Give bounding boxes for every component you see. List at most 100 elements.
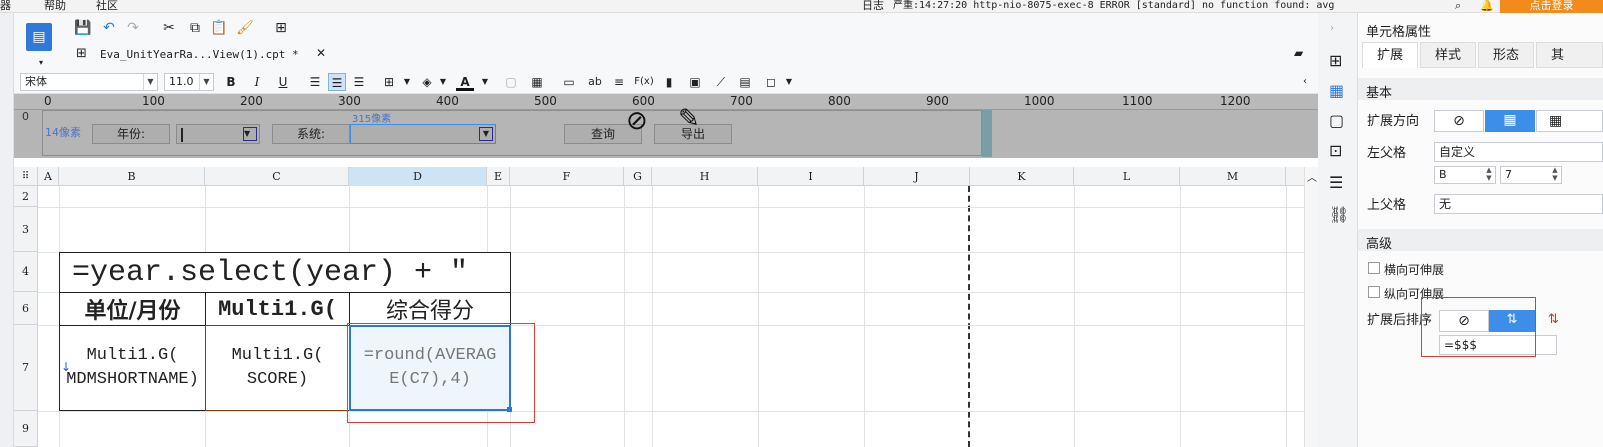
bold-button[interactable]: B: [222, 73, 240, 91]
column-header-d[interactable]: D: [349, 167, 487, 186]
column-header-k[interactable]: K: [970, 167, 1074, 186]
row-header-4[interactable]: 4: [14, 252, 38, 292]
year-combobox[interactable]: ▼: [176, 124, 260, 144]
column-header-i[interactable]: I: [758, 167, 864, 186]
column-header-j[interactable]: J: [864, 167, 970, 186]
column-header-h[interactable]: H: [652, 167, 758, 186]
redo-icon[interactable]: ↷: [124, 19, 142, 37]
font-family-select[interactable]: 宋体 ▼: [20, 73, 158, 91]
vertical-scrollbar[interactable]: ︿: [1304, 167, 1318, 447]
hyperlink-icon[interactable]: ⛓: [1329, 205, 1349, 224]
italic-button[interactable]: I: [248, 73, 266, 91]
font-size-select[interactable]: 11.0 ▼: [164, 73, 214, 91]
chevron-down-icon[interactable]: ▼: [476, 73, 494, 91]
align-right-icon[interactable]: ☰: [350, 73, 368, 91]
chart-icon[interactable]: ▮: [660, 73, 678, 91]
log-label[interactable]: 日志: [862, 0, 884, 11]
border-icon[interactable]: ⊞: [380, 73, 398, 91]
close-icon[interactable]: ✕: [316, 46, 326, 60]
format-painter-icon[interactable]: 🖌: [236, 19, 254, 37]
cell-b6[interactable]: 单位/月份: [59, 292, 206, 326]
cut-icon[interactable]: ✂: [160, 19, 178, 37]
insert-bar-icon[interactable]: ▭: [560, 73, 578, 91]
chevron-up-icon[interactable]: ︿: [1307, 169, 1317, 184]
image-icon[interactable]: ▣: [686, 73, 704, 91]
column-header-l[interactable]: L: [1074, 167, 1180, 186]
h-extend-checkbox[interactable]: [1368, 262, 1380, 274]
row-header-7[interactable]: 7: [14, 325, 38, 411]
widget-settings-icon[interactable]: ⊞: [1329, 51, 1342, 70]
column-header-m[interactable]: M: [1180, 167, 1286, 186]
underline-button[interactable]: U: [274, 73, 292, 91]
row-stepper-icon[interactable]: ▲ ▼: [1548, 166, 1562, 184]
tab-shape[interactable]: 形态: [1478, 42, 1534, 68]
column-header-c[interactable]: C: [205, 167, 349, 186]
align-left-icon[interactable]: ☰: [306, 73, 324, 91]
fill-handle[interactable]: [507, 407, 512, 412]
column-header-b[interactable]: B: [59, 167, 205, 186]
cell-b7[interactable]: Multi1.G( MDMSHORTNAME): [59, 325, 206, 411]
row-header-9[interactable]: 9: [14, 411, 38, 447]
rich-text-icon[interactable]: ≡: [610, 73, 628, 91]
subreport-icon[interactable]: ▤: [736, 73, 754, 91]
formula-icon[interactable]: F(x): [634, 73, 654, 91]
preview-icon[interactable]: ⊞: [272, 19, 290, 37]
paste-icon[interactable]: 📋: [210, 19, 228, 37]
row-header-2[interactable]: 2: [14, 186, 38, 207]
v-extend-checkbox[interactable]: [1368, 286, 1380, 298]
condition-attr-icon[interactable]: ☰: [1329, 173, 1343, 192]
cell-properties-icon[interactable]: ▦: [1329, 81, 1344, 100]
split-cell-icon[interactable]: ▦: [528, 73, 546, 91]
tab-title[interactable]: Eva_UnitYearRa...View(1).cpt *: [100, 48, 299, 61]
select-all-corner[interactable]: ⠿: [14, 167, 38, 186]
chevron-down-icon[interactable]: ▼: [780, 73, 798, 91]
menu-item-community[interactable]: 社区: [96, 0, 118, 11]
widget-icon[interactable]: ⊡: [1329, 141, 1342, 160]
float-element-icon[interactable]: ◻: [762, 73, 780, 91]
cell-b4[interactable]: =year.select(year) + ": [59, 252, 511, 293]
chevron-down-icon[interactable]: ▼: [434, 73, 452, 91]
undo-icon[interactable]: ↶: [100, 19, 118, 37]
edit-pen-icon[interactable]: ✎: [678, 104, 700, 134]
text-icon[interactable]: ab: [586, 73, 604, 91]
slash-icon[interactable]: ⟋: [712, 73, 730, 91]
column-header-g[interactable]: G: [624, 167, 652, 186]
column-header-e[interactable]: E: [487, 167, 510, 186]
pane-resize-handle[interactable]: [982, 110, 992, 157]
tab-other[interactable]: 其: [1536, 42, 1603, 68]
login-button[interactable]: 点击登录: [1500, 0, 1603, 13]
pin-icon[interactable]: ▰: [1294, 46, 1303, 60]
system-combobox[interactable]: ▼: [350, 124, 496, 144]
align-center-icon[interactable]: ☰: [328, 73, 346, 91]
menu-item-help[interactable]: 帮助: [44, 0, 66, 11]
col-stepper-icon[interactable]: ▲ ▼: [1482, 166, 1496, 184]
font-color-icon[interactable]: A: [456, 73, 474, 91]
cell-c7[interactable]: Multi1.G( SCORE): [205, 325, 350, 411]
template-icon[interactable]: ▤: [26, 23, 52, 51]
menu-item-server[interactable]: 器: [0, 0, 11, 11]
copy-icon[interactable]: ⧉: [186, 19, 204, 37]
vertical-expand-icon[interactable]: ▦: [1485, 110, 1535, 132]
sort-descending-icon[interactable]: ⇅: [1548, 310, 1603, 332]
upper-parent-select[interactable]: 无: [1434, 194, 1603, 214]
search-icon[interactable]: ⌕: [1455, 0, 1461, 11]
tab-style[interactable]: 样式: [1420, 42, 1476, 68]
cell-c6[interactable]: Multi1.G(: [205, 292, 350, 326]
chevron-right-icon[interactable]: ›: [1330, 23, 1334, 34]
tab-expand[interactable]: 扩展: [1362, 42, 1418, 68]
chevron-down-icon[interactable]: ▾: [32, 53, 50, 71]
horizontal-expand-icon[interactable]: ▦: [1536, 110, 1603, 132]
save-icon[interactable]: 💾: [74, 19, 92, 37]
row-header-3[interactable]: 3: [14, 207, 38, 252]
chevron-left-icon[interactable]: ‹: [1296, 73, 1314, 91]
cell-d6[interactable]: 综合得分: [349, 292, 511, 326]
column-header-f[interactable]: F: [510, 167, 624, 186]
hidden-eye-icon[interactable]: ⊘: [626, 106, 648, 136]
year-label[interactable]: 年份:: [92, 124, 170, 144]
column-header-a[interactable]: A: [38, 167, 59, 186]
bell-icon[interactable]: 🔔: [1480, 0, 1494, 11]
merge-cell-icon[interactable]: ▢: [502, 73, 520, 91]
no-expand-icon[interactable]: ⊘: [1434, 110, 1484, 132]
row-header-6[interactable]: 6: [14, 292, 38, 325]
system-label[interactable]: 系统:: [272, 124, 350, 144]
